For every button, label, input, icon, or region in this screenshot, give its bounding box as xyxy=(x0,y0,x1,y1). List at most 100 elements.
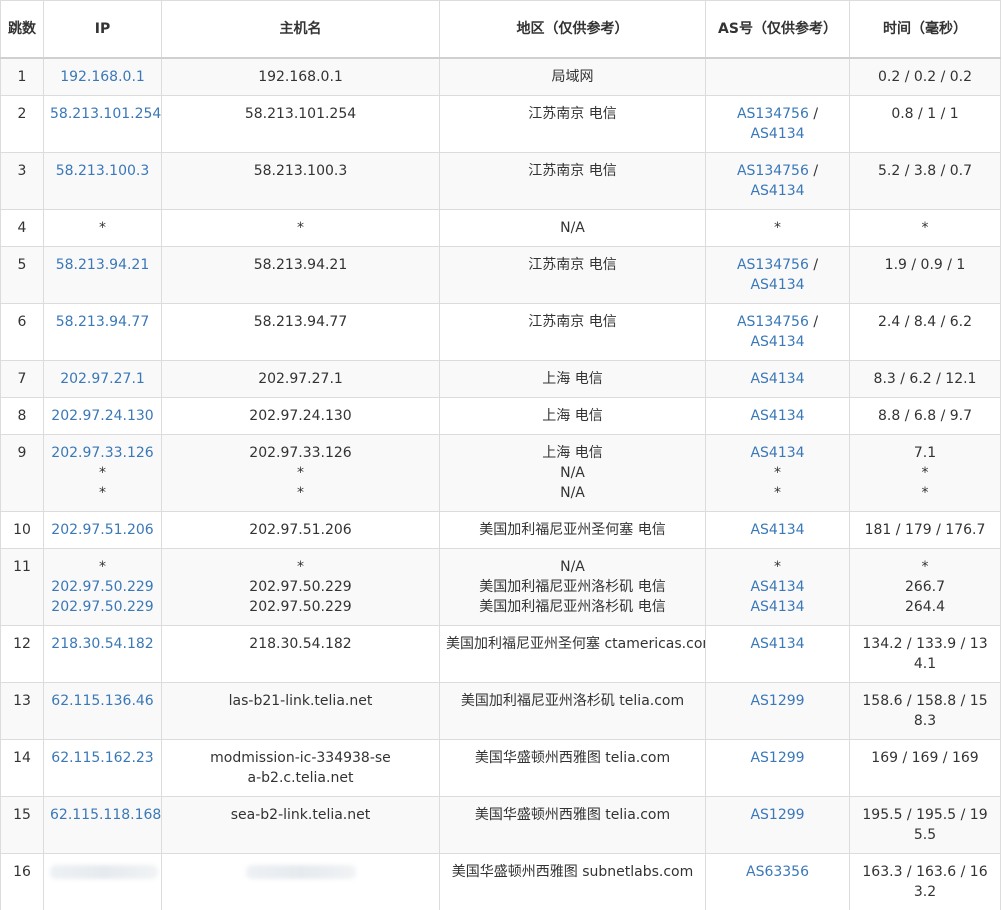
time-cell: 163.3 / 163.6 / 163.2 xyxy=(849,853,1001,910)
as-link[interactable]: AS134756 xyxy=(737,106,809,122)
as-link[interactable]: AS4134 xyxy=(750,334,804,350)
as-cell: AS1299 xyxy=(705,796,850,854)
hop-cell: 8 xyxy=(0,397,44,435)
as-line: AS4134 xyxy=(712,520,843,540)
time-text: 0.2 / 0.2 / 0.2 xyxy=(877,69,973,85)
ip-link[interactable]: 202.97.51.206 xyxy=(50,520,155,540)
as-line: AS134756 / xyxy=(712,104,843,124)
region-text: 美国加利福尼亚州洛杉矶 电信 xyxy=(479,579,666,595)
as-link[interactable]: AS4134 xyxy=(750,126,804,142)
as-line: AS4134 xyxy=(712,275,843,295)
hop-number: 11 xyxy=(13,559,31,575)
as-link[interactable]: AS4134 xyxy=(750,522,804,538)
region-cell: 美国华盛顿州西雅图 telia.com xyxy=(439,739,706,797)
time-text: * xyxy=(921,559,929,575)
as-line: * xyxy=(712,463,843,483)
ip-link[interactable]: 58.213.94.77 xyxy=(50,312,155,332)
hostname-text: * xyxy=(297,465,304,481)
time-text: 169 / 169 / 169 xyxy=(871,750,979,766)
region-text: N/A xyxy=(560,485,585,501)
ip-link[interactable]: 62.115.162.23 xyxy=(50,748,155,768)
ip-link[interactable]: 62.115.118.168 xyxy=(50,805,161,825)
as-placeholder: * xyxy=(774,559,781,575)
region-text: N/A xyxy=(560,220,585,236)
region-text: 局域网 xyxy=(551,69,594,85)
hop-number: 13 xyxy=(13,693,31,709)
ip-placeholder: * xyxy=(99,485,106,501)
ip-link[interactable]: 58.213.100.3 xyxy=(50,161,155,181)
as-link[interactable]: AS4134 xyxy=(750,599,804,615)
table-body: 1 192.168.0.1 192.168.0.1 局域网 0.2 / 0.2 / 0.… xyxy=(0,57,1001,910)
hostname-cell: modmission-ic-334938-sea-b2.c.telia.net xyxy=(161,739,440,797)
ip-link[interactable]: 58.213.101.254 xyxy=(50,104,161,124)
as-link[interactable]: AS134756 xyxy=(737,163,809,179)
time-text: * xyxy=(921,220,929,236)
hostname-cell: 58.213.101.254 xyxy=(161,95,440,153)
as-line: AS4134 xyxy=(712,406,843,426)
ip-link[interactable]: 202.97.24.130 xyxy=(50,406,155,426)
ip-link[interactable]: 62.115.136.46 xyxy=(50,691,155,711)
region-cell: 美国加利福尼亚州圣何塞 电信 xyxy=(439,511,706,549)
header-time: 时间（毫秒） xyxy=(849,0,1001,59)
hop-cell: 4 xyxy=(0,209,44,247)
hop-cell: 13 xyxy=(0,682,44,740)
hostname-text: 202.97.51.206 xyxy=(249,522,352,538)
as-line: * xyxy=(712,557,843,577)
as-link[interactable]: AS1299 xyxy=(750,807,804,823)
region-cell: 上海 电信 xyxy=(439,397,706,435)
table-row: 11 * 202.97.50.229 202.97.50.229 * 202.97.50.… xyxy=(0,548,1001,626)
as-cell: AS134756 /AS4134 xyxy=(705,303,850,361)
region-cell: 江苏南京 电信 xyxy=(439,95,706,153)
as-line: AS63356 xyxy=(712,862,843,882)
region-cell: 江苏南京 电信 xyxy=(439,303,706,361)
ip-link[interactable]: 58.213.94.21 xyxy=(50,255,155,275)
hop-cell: 1 xyxy=(0,57,44,96)
hostname-cell: 58.213.94.77 xyxy=(161,303,440,361)
hostname-text: 58.213.101.254 xyxy=(244,106,357,122)
header-hostname: 主机名 xyxy=(161,0,440,59)
ip-link[interactable]: 202.97.50.229 xyxy=(50,597,155,617)
hop-cell: 9 xyxy=(0,434,44,512)
time-cell: 181 / 179 / 176.7 xyxy=(849,511,1001,549)
as-link[interactable]: AS4134 xyxy=(750,408,804,424)
as-link[interactable]: AS134756 xyxy=(737,257,809,273)
ip-link[interactable]: 202.97.33.126 xyxy=(50,443,155,463)
hostname-text: sea-b2-link.telia.net xyxy=(230,807,371,823)
hostname-cell: 202.97.51.206 xyxy=(161,511,440,549)
hostname-text: 58.213.100.3 xyxy=(253,163,348,179)
hostname-cell xyxy=(161,853,440,910)
as-link[interactable]: AS1299 xyxy=(750,750,804,766)
as-link[interactable]: AS134756 xyxy=(737,314,809,330)
hostname-text: 218.30.54.182 xyxy=(249,636,352,652)
hostname-text: * xyxy=(297,220,304,236)
as-line: AS1299 xyxy=(712,748,843,768)
as-link[interactable]: AS4134 xyxy=(750,445,804,461)
ip-link[interactable]: 202.97.27.1 xyxy=(50,369,155,389)
as-line: AS4134 xyxy=(712,369,843,389)
time-cell: 195.5 / 195.5 / 195.5 xyxy=(849,796,1001,854)
as-separator: / xyxy=(808,257,819,273)
region-text: 美国加利福尼亚州洛杉矶 电信 xyxy=(479,599,666,615)
as-link[interactable]: AS4134 xyxy=(750,183,804,199)
ip-link[interactable]: 218.30.54.182 xyxy=(50,634,155,654)
as-link[interactable]: AS1299 xyxy=(750,693,804,709)
as-link[interactable]: AS63356 xyxy=(746,864,809,880)
hostname-text: 202.97.27.1 xyxy=(258,371,343,387)
region-text: N/A xyxy=(560,559,585,575)
as-line: * xyxy=(712,483,843,503)
ip-cell: 58.213.100.3 xyxy=(43,152,162,210)
as-cell: AS134756 /AS4134 xyxy=(705,246,850,304)
time-cell: 8.3 / 6.2 / 12.1 xyxy=(849,360,1001,398)
time-cell: 0.2 / 0.2 / 0.2 xyxy=(849,57,1001,96)
region-cell: 美国加利福尼亚州圣何塞 ctamericas.com xyxy=(439,625,706,683)
hop-number: 7 xyxy=(17,371,27,387)
as-line: AS134756 / xyxy=(712,161,843,181)
as-link[interactable]: AS4134 xyxy=(750,277,804,293)
hop-number: 12 xyxy=(13,636,31,652)
as-link[interactable]: AS4134 xyxy=(750,636,804,652)
as-link[interactable]: AS4134 xyxy=(750,579,804,595)
table-row: 4 * * N/A * * xyxy=(0,209,1001,247)
ip-link[interactable]: 192.168.0.1 xyxy=(50,67,155,87)
as-link[interactable]: AS4134 xyxy=(750,371,804,387)
ip-link[interactable]: 202.97.50.229 xyxy=(50,577,155,597)
